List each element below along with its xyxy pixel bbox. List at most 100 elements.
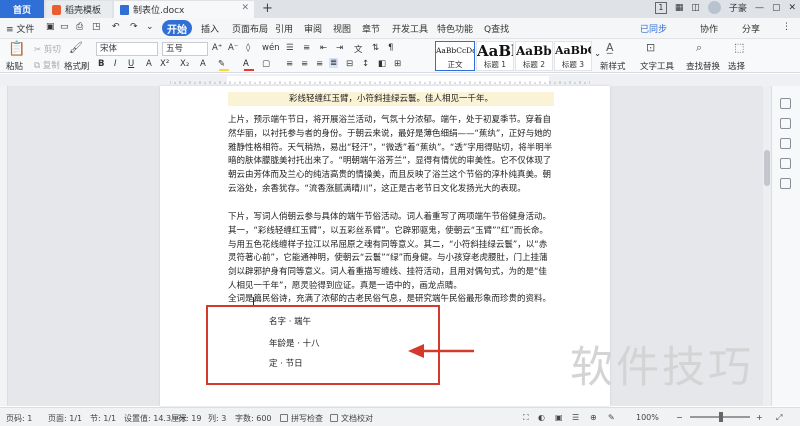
paragraph-2[interactable]: 下片，写词人俏朝云参与具体的端午节俗活动。词人着重写了两项端午节俗健身活动。其一… xyxy=(228,211,554,294)
format-painter-button[interactable]: 格式刷 xyxy=(64,60,90,72)
menu-features[interactable]: 特色功能 xyxy=(437,22,473,35)
fit-page-icon[interactable]: ⤢ xyxy=(776,413,782,423)
new-style-button[interactable]: 新样式 xyxy=(600,60,626,72)
side-panel-shape-icon[interactable] xyxy=(780,158,791,169)
preview-icon[interactable]: ◳ xyxy=(92,22,101,32)
menu-chapter[interactable]: 章节 xyxy=(362,22,380,35)
numbered-list-icon[interactable]: ≡ xyxy=(303,43,310,53)
user-name[interactable]: 子豪 xyxy=(729,1,747,14)
find-replace-button[interactable]: 查找替换 xyxy=(686,60,720,72)
maximize-icon[interactable]: ▢ xyxy=(772,3,781,13)
align-center-icon[interactable]: ≡ xyxy=(301,59,308,69)
spell-check-checkbox[interactable] xyxy=(280,414,288,422)
border-icon[interactable]: ⊞ xyxy=(394,59,401,69)
close-window-icon[interactable]: ✕ xyxy=(788,3,796,13)
undo-icon[interactable]: ↶ xyxy=(112,22,120,32)
text-tool-button[interactable]: 文字工具 xyxy=(640,60,674,72)
subscript-icon[interactable]: X₂ xyxy=(180,59,189,69)
skin-icon[interactable]: ◫ xyxy=(691,3,700,13)
find-replace-icon[interactable]: ⌕ xyxy=(696,41,702,55)
menu-view[interactable]: 视图 xyxy=(333,22,351,35)
bullet-list-icon[interactable]: ☰ xyxy=(286,43,294,53)
redo-icon[interactable]: ↷ xyxy=(130,22,138,32)
select-icon[interactable]: ⬚ xyxy=(734,41,744,54)
menu-developer[interactable]: 开发工具 xyxy=(392,22,428,35)
menu-references[interactable]: 引用 xyxy=(275,22,293,35)
zoom-in-icon[interactable]: + xyxy=(756,413,763,422)
print-icon[interactable]: ⎙ xyxy=(76,22,83,32)
select-button[interactable]: 选择 xyxy=(728,60,745,72)
style-normal[interactable]: AaBbCcDd 正文 xyxy=(435,41,475,71)
chinese-layout-icon[interactable]: 文 xyxy=(354,43,363,55)
status-word-count[interactable]: 字数: 600 xyxy=(235,413,272,424)
style-heading-1[interactable]: AaBl 标题 1 xyxy=(476,41,514,71)
search-menu[interactable]: Q查找 xyxy=(484,22,509,35)
italic-icon[interactable]: I xyxy=(114,59,117,69)
font-size-select[interactable]: 五号 xyxy=(162,42,208,56)
side-panel-nav-icon[interactable] xyxy=(780,138,791,149)
paragraph-1[interactable]: 上片，预示端午节日，将开展浴兰活动，气氛十分浓郁。端午，处于初夏季节。穿着自然华… xyxy=(228,114,554,197)
minimize-icon[interactable]: — xyxy=(755,3,764,13)
scrollbar-thumb[interactable] xyxy=(764,150,770,186)
open-icon[interactable]: ▭ xyxy=(60,22,69,32)
show-marks-icon[interactable]: ¶ xyxy=(388,43,393,53)
paste-icon[interactable]: 📋 xyxy=(8,41,25,57)
tab-field-age[interactable]: 年龄是 · 十八 xyxy=(269,337,320,349)
more-icon[interactable]: ⌄ xyxy=(146,22,154,32)
page-view-icon[interactable]: ▣ xyxy=(555,413,563,422)
highlighted-verse-line[interactable]: 彩线轻缠红玉臂，小符斜挂绿云鬟。佳人相见一千年。 xyxy=(228,92,554,106)
cut-button[interactable]: ✂ 剪切 xyxy=(34,43,61,55)
window-count-badge[interactable]: 1 xyxy=(654,1,667,14)
doc-check-checkbox[interactable] xyxy=(330,414,338,422)
underline-icon[interactable]: U xyxy=(128,59,134,69)
tab-field-fixed[interactable]: 定 · 节日 xyxy=(269,357,303,369)
style-heading-2[interactable]: AaBbC 标题 2 xyxy=(515,41,553,71)
copy-button[interactable]: ⧉ 复制 xyxy=(34,59,60,71)
char-border-icon[interactable]: ▢ xyxy=(262,59,270,69)
web-view-icon[interactable]: ⊕ xyxy=(590,413,597,422)
file-menu[interactable]: ≡ 文件 xyxy=(6,22,34,35)
spell-check-toggle[interactable]: 拼写检查 xyxy=(280,413,323,424)
fullscreen-icon[interactable]: ⛶ xyxy=(523,413,529,423)
bold-icon[interactable]: B xyxy=(98,59,104,69)
zoom-percent[interactable]: 100% xyxy=(636,413,659,422)
eye-protection-icon[interactable]: ◐ xyxy=(538,413,545,422)
layout-icon[interactable]: ▦ xyxy=(675,3,684,13)
styles-expand-icon[interactable]: ⌄ xyxy=(594,49,601,59)
font-color-a-icon[interactable]: A xyxy=(146,59,152,69)
line-spacing-icon[interactable]: ↕ xyxy=(362,59,369,69)
vertical-scrollbar[interactable] xyxy=(763,86,771,406)
menu-insert[interactable]: 插入 xyxy=(201,22,219,35)
status-page-no[interactable]: 页码: 1 xyxy=(6,413,32,424)
share-button[interactable]: 分享 xyxy=(742,22,760,35)
distribute-icon[interactable]: ⊟ xyxy=(346,59,353,69)
status-section[interactable]: 节: 1/1 xyxy=(90,413,116,424)
doc-check-toggle[interactable]: 文档校对 xyxy=(330,413,373,424)
menu-start[interactable]: 开始 xyxy=(162,20,192,36)
collaborate-button[interactable]: 协作 xyxy=(700,22,718,35)
status-row[interactable]: 行: 19 xyxy=(178,413,201,424)
outline-view-icon[interactable]: ☰ xyxy=(572,413,579,422)
outdent-icon[interactable]: ⇤ xyxy=(320,43,327,53)
new-style-icon[interactable]: A̲ xyxy=(606,41,614,54)
zoom-out-icon[interactable]: − xyxy=(676,413,683,422)
sort-icon[interactable]: ⇅ xyxy=(372,43,379,53)
tab-home[interactable]: 首页 xyxy=(0,0,44,18)
shrink-font-icon[interactable]: A⁻ xyxy=(228,43,238,53)
status-col[interactable]: 列: 3 xyxy=(208,413,226,424)
status-page[interactable]: 页面: 1/1 xyxy=(48,413,82,424)
text-tool-icon[interactable]: ⊡ xyxy=(646,41,655,54)
indent-icon[interactable]: ⇥ xyxy=(336,43,343,53)
new-tab-button[interactable]: + xyxy=(262,1,273,16)
paste-button[interactable]: 粘贴 xyxy=(6,60,23,72)
write-mode-icon[interactable]: ✎ xyxy=(608,413,615,422)
align-right-icon[interactable]: ≡ xyxy=(316,59,323,69)
clear-format-icon[interactable]: ◊ xyxy=(246,43,250,53)
sync-status[interactable]: 已同步 xyxy=(640,22,667,35)
grow-font-icon[interactable]: A⁺ xyxy=(212,43,222,53)
strikethrough-icon[interactable]: X² xyxy=(160,59,169,69)
menu-review[interactable]: 审阅 xyxy=(304,22,322,35)
tab-document[interactable]: 制表位.docx ✕ xyxy=(114,1,254,18)
side-panel-bubble-icon[interactable] xyxy=(780,178,791,189)
style-heading-3[interactable]: AaBbC 标题 3 xyxy=(554,41,592,71)
